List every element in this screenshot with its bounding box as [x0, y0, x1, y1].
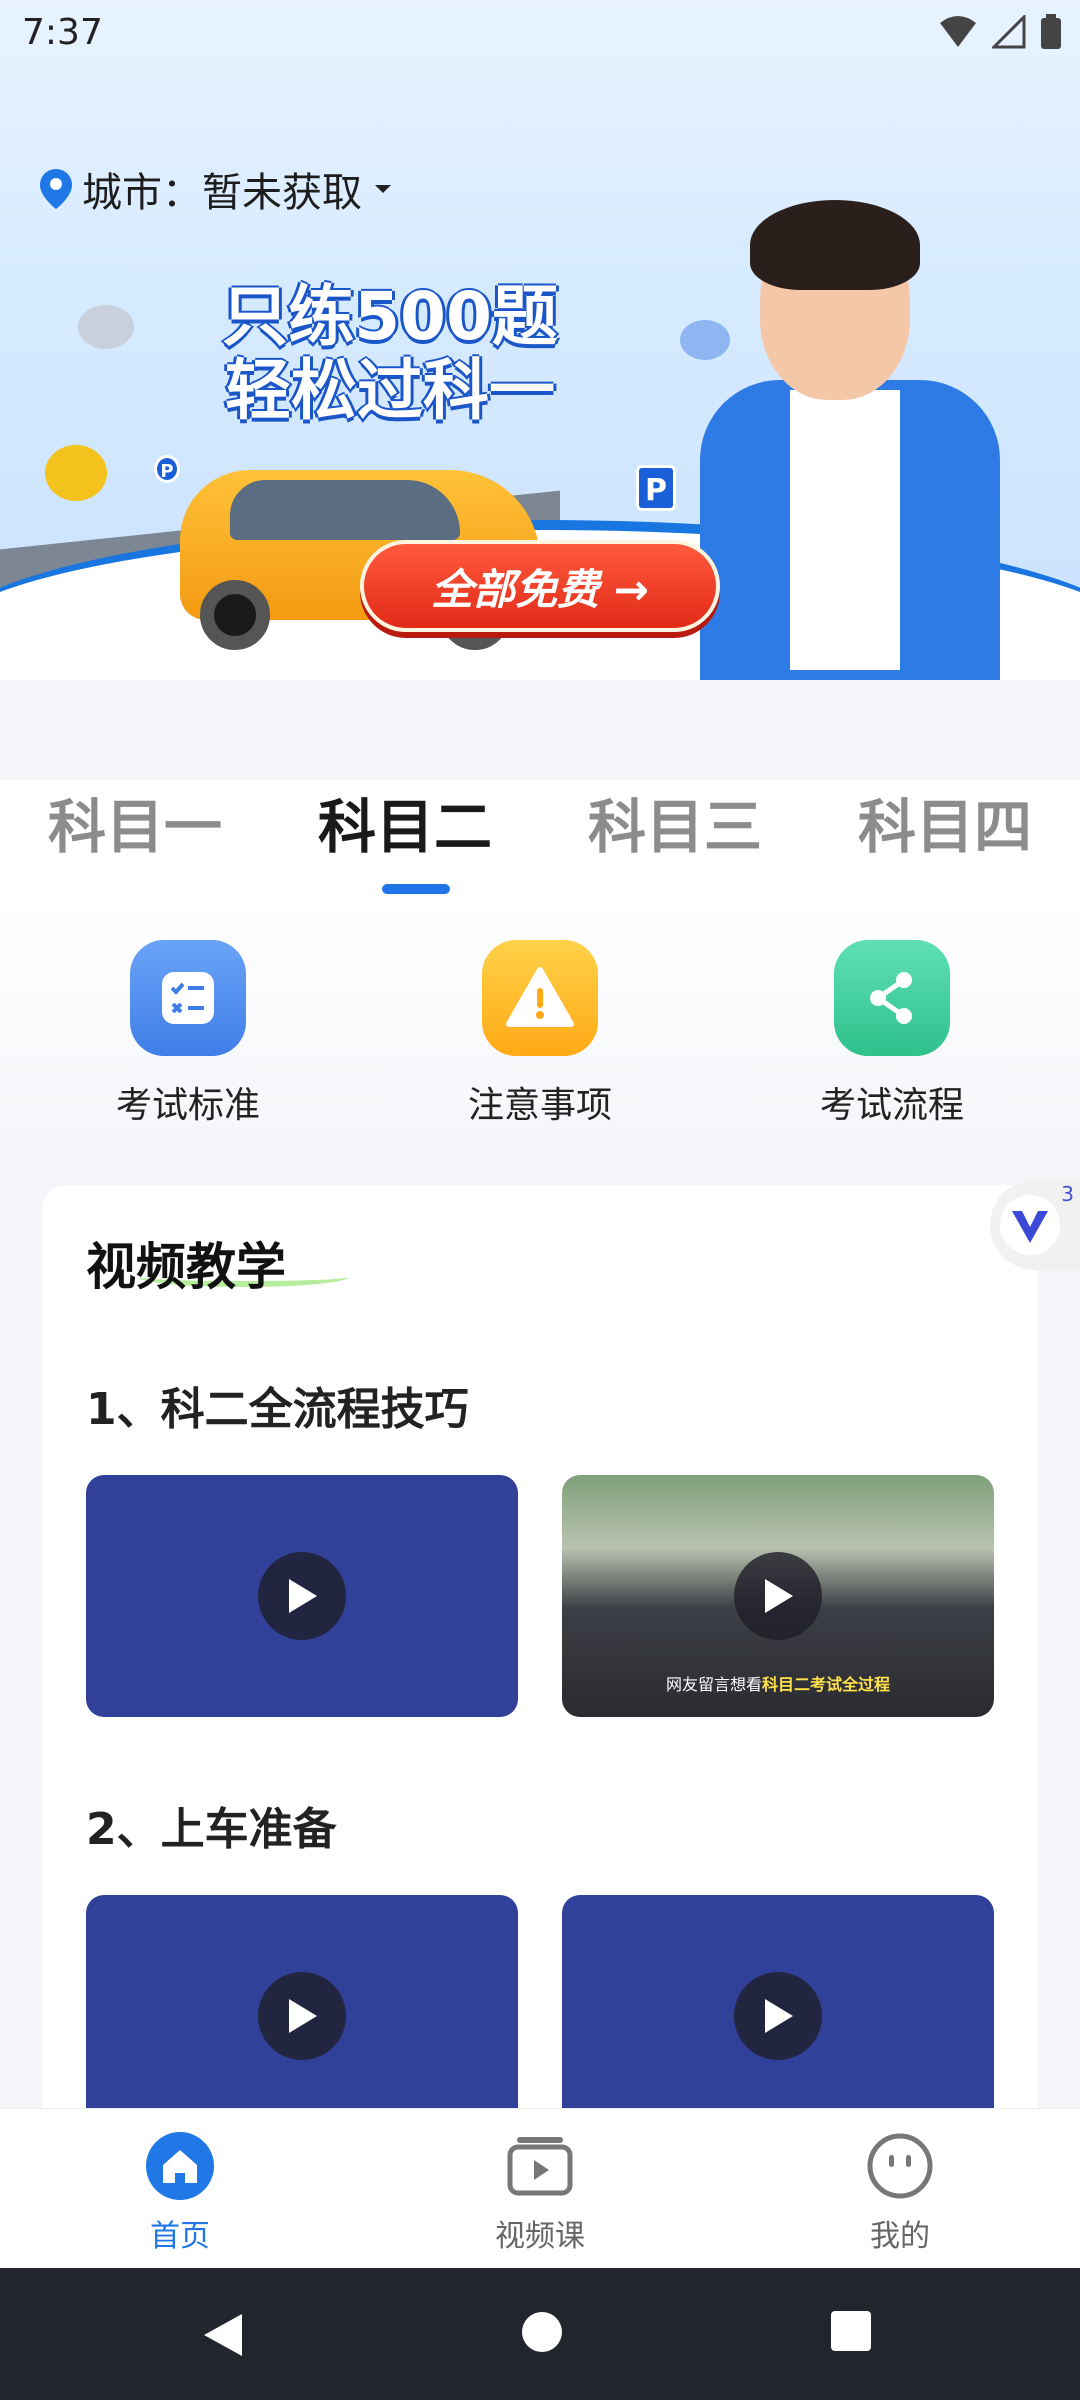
quick-action-label: 考试标准	[115, 1085, 260, 1126]
person-tee	[790, 390, 900, 670]
exam-standard-button[interactable]: 考试标准	[68, 940, 308, 1128]
status-icons	[938, 14, 1062, 50]
person-hair	[750, 200, 920, 290]
slogan-line-1: 只练500题	[222, 278, 558, 355]
nav-video-course[interactable]: 视频课	[440, 2131, 640, 2255]
share-icon	[834, 940, 950, 1056]
video-thumbnail[interactable]: 网友留言想看科目二考试全过程	[562, 1475, 994, 1717]
profile-icon	[865, 2131, 935, 2201]
back-icon[interactable]	[200, 2310, 246, 2360]
signal-icon	[992, 15, 1026, 49]
city-label: 城市：暂未获取	[82, 170, 362, 216]
floating-assistant-button[interactable]: 3	[990, 1180, 1080, 1270]
video-group-title: 1、科二全流程技巧	[86, 1384, 469, 1435]
tab-subject-4[interactable]: 科目四	[858, 780, 1032, 864]
active-tab-indicator	[382, 884, 450, 894]
video-group-title: 2、上车准备	[86, 1804, 337, 1855]
car-wheel	[200, 580, 270, 650]
video-course-icon	[505, 2131, 575, 2201]
play-icon[interactable]	[258, 1972, 346, 2060]
status-bar: 7:37	[0, 0, 1080, 66]
home-icon	[145, 2131, 215, 2201]
exam-process-button[interactable]: 考试流程	[772, 940, 1012, 1128]
all-free-button[interactable]: 全部免费 →	[360, 540, 720, 632]
video-thumbnail[interactable]	[562, 1895, 994, 2137]
home-circle-icon[interactable]	[520, 2310, 564, 2354]
notes-button[interactable]: 注意事项	[420, 940, 660, 1128]
badge-count: 3	[1061, 1182, 1074, 1206]
video-thumbnail[interactable]	[86, 1475, 518, 1717]
play-icon[interactable]	[258, 1552, 346, 1640]
battery-icon	[1041, 14, 1061, 49]
caret-down-icon	[375, 185, 391, 193]
quick-actions: 考试标准 注意事项 考试流程	[0, 900, 1080, 1170]
checklist-icon	[130, 940, 246, 1056]
bottom-navigation: 首页 视频课 我的	[0, 2108, 1080, 2268]
parking-sign: P	[636, 465, 676, 511]
slogan-line-2: 轻松过科一	[225, 352, 555, 429]
subject-tabs: 科目一 科目二 科目三 科目四	[0, 780, 1080, 900]
video-thumbnail[interactable]	[86, 1895, 518, 2137]
city-selector[interactable]: 城市：暂未获取	[40, 160, 394, 218]
nav-label: 我的	[870, 2219, 930, 2254]
recents-icon[interactable]	[830, 2310, 872, 2352]
play-icon[interactable]	[734, 1552, 822, 1640]
quick-action-label: 注意事项	[467, 1085, 612, 1126]
car-window	[230, 480, 460, 540]
nav-label: 视频课	[495, 2219, 585, 2254]
coin-decoration	[78, 305, 134, 349]
system-navigation-bar	[0, 2268, 1080, 2400]
nav-profile[interactable]: 我的	[800, 2131, 1000, 2255]
badge-decoration	[45, 445, 107, 501]
video-teaching-section: 视频教学 1、科二全流程技巧 网友留言想看科目二考试全过程 2、上车准备	[42, 1185, 1038, 2185]
tab-subject-3[interactable]: 科目三	[588, 780, 762, 864]
location-pin-icon	[40, 169, 72, 209]
wifi-icon	[940, 16, 976, 47]
play-icon[interactable]	[734, 1972, 822, 2060]
parking-sign: P	[154, 455, 180, 483]
coin-decoration	[680, 320, 730, 360]
tab-subject-1[interactable]: 科目一	[48, 780, 222, 864]
banner-slogan: 只练500题 轻松过科一	[200, 280, 580, 430]
status-time: 7:37	[22, 12, 103, 53]
nav-label: 首页	[150, 2219, 210, 2254]
v-logo-icon	[1000, 1195, 1060, 1255]
section-title: 视频教学	[86, 1238, 286, 1296]
tab-subject-2[interactable]: 科目二	[318, 780, 492, 864]
warning-icon	[482, 940, 598, 1056]
quick-action-label: 考试流程	[819, 1085, 964, 1126]
promo-banner[interactable]: P P 城市：暂未获取 只练500题 轻松过科一 全部免费 →	[0, 0, 1080, 680]
video-caption: 网友留言想看科目二考试全过程	[665, 1675, 891, 1694]
nav-home[interactable]: 首页	[80, 2131, 280, 2255]
